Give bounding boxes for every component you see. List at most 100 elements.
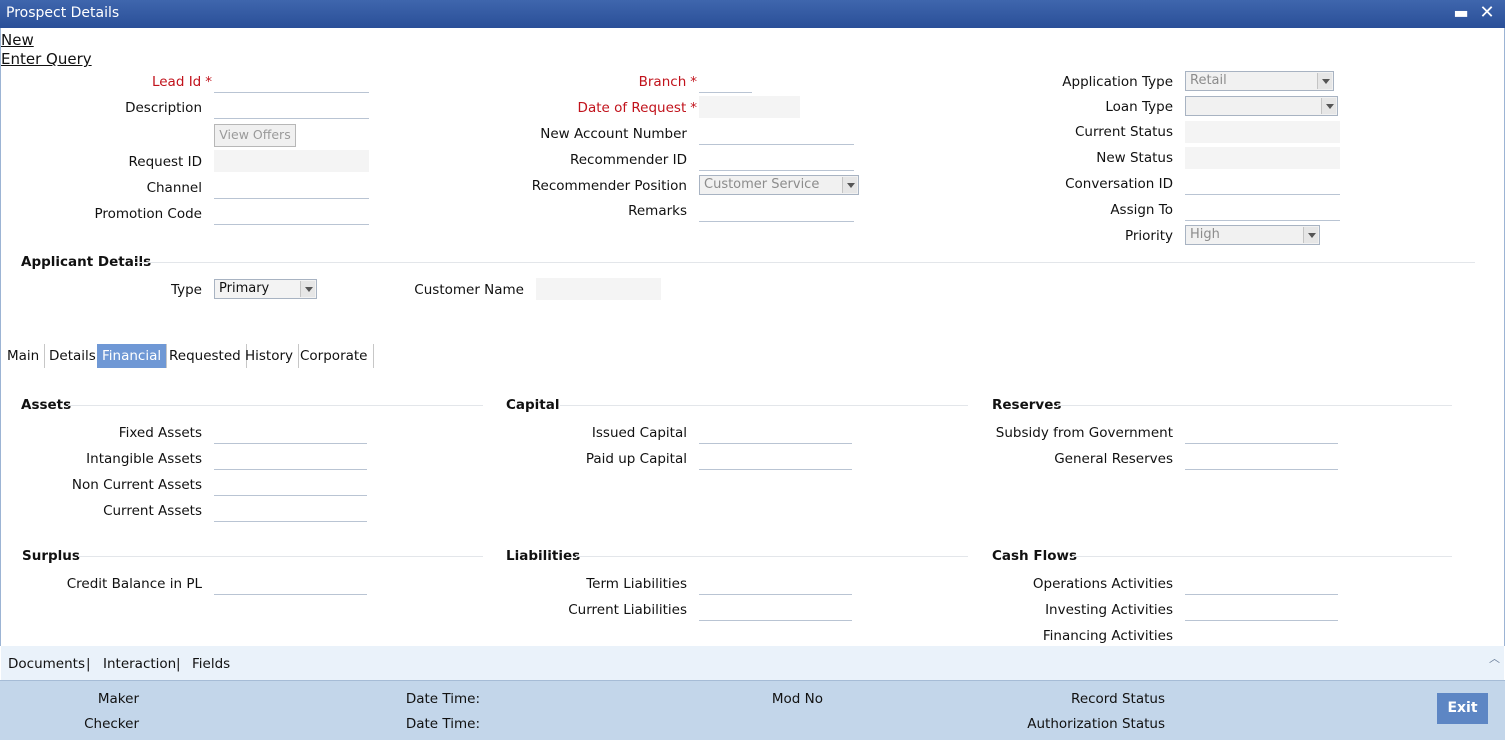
cash-flows-divider [1072, 556, 1452, 557]
assign-to-input[interactable] [1185, 199, 1340, 221]
channel-label: Channel [146, 180, 202, 196]
priority-select[interactable]: High [1185, 225, 1320, 245]
operations-activities-label: Operations Activities [1032, 576, 1173, 592]
current-assets-input[interactable] [214, 500, 367, 522]
view-offers-button[interactable]: View Offers [214, 124, 296, 147]
recommender-id-input[interactable] [699, 149, 854, 171]
capital-title: Capital [506, 397, 560, 413]
branch-label: Branch * [638, 74, 697, 90]
tab-details[interactable]: Details [44, 344, 102, 368]
chevron-down-icon [1317, 73, 1332, 89]
paid-up-capital-label: Paid up Capital [585, 451, 687, 467]
current-status-input[interactable] [1185, 121, 1340, 143]
credit-balance-label: Credit Balance in PL [66, 576, 202, 592]
subsidy-input[interactable] [1185, 422, 1338, 444]
description-label: Description [125, 100, 202, 116]
new-account-number-label: New Account Number [540, 126, 687, 142]
intangible-assets-input[interactable] [214, 448, 367, 470]
application-type-select[interactable]: Retail [1185, 71, 1334, 91]
investing-activities-input[interactable] [1185, 599, 1338, 621]
new-status-input[interactable] [1185, 147, 1340, 169]
interaction-link[interactable]: Interaction [103, 656, 176, 672]
window-titlebar [0, 0, 1505, 28]
non-current-assets-input[interactable] [214, 474, 367, 496]
tab-corporate[interactable]: Corporate [295, 344, 374, 368]
applicant-type-value: Primary [219, 281, 270, 296]
applicant-details-title: Applicant Details [21, 254, 152, 270]
exit-button[interactable]: Exit [1437, 693, 1488, 724]
loan-type-select[interactable] [1185, 96, 1338, 116]
cash-flows-title: Cash Flows [992, 548, 1077, 564]
application-type-label: Application Type [1062, 74, 1173, 90]
non-current-assets-label: Non Current Assets [71, 477, 202, 493]
date-of-request-input[interactable] [699, 96, 800, 118]
channel-input[interactable] [214, 177, 369, 199]
new-link[interactable]: New [1, 31, 34, 49]
tab-requested[interactable]: Requested [164, 344, 247, 368]
issued-capital-input[interactable] [699, 422, 852, 444]
customer-name-input[interactable] [536, 278, 661, 300]
recommender-position-label: Recommender Position [531, 178, 687, 194]
conversation-id-input[interactable] [1185, 173, 1340, 195]
remarks-input[interactable] [699, 200, 854, 222]
liabilities-divider [576, 556, 968, 557]
remarks-label: Remarks [628, 203, 687, 219]
minimize-icon[interactable]: ▬ [1452, 4, 1470, 22]
priority-value: High [1190, 227, 1220, 242]
chevron-down-icon [842, 177, 857, 193]
description-input[interactable] [214, 97, 369, 119]
new-status-label: New Status [1096, 150, 1173, 166]
fixed-assets-label: Fixed Assets [118, 425, 202, 441]
enter-query-link[interactable]: Enter Query [1, 50, 92, 68]
issued-capital-label: Issued Capital [591, 425, 687, 441]
financing-activities-label: Financing Activities [1042, 628, 1173, 644]
close-icon[interactable]: ✕ [1478, 4, 1496, 22]
subsidy-label: Subsidy from Government [995, 425, 1173, 441]
link-separator: | [86, 656, 91, 672]
surplus-title: Surplus [22, 548, 80, 564]
operations-activities-input[interactable] [1185, 573, 1338, 595]
conversation-id-label: Conversation ID [1065, 176, 1173, 192]
investing-activities-label: Investing Activities [1045, 602, 1173, 618]
maker-date-time-label: Date Time: [405, 691, 480, 707]
credit-balance-input[interactable] [214, 573, 367, 595]
request-id-input[interactable] [214, 150, 369, 172]
intangible-assets-label: Intangible Assets [86, 451, 202, 467]
fields-link[interactable]: Fields [192, 656, 230, 672]
paid-up-capital-input[interactable] [699, 448, 852, 470]
window-title: Prospect Details [6, 5, 120, 21]
assign-to-label: Assign To [1110, 202, 1173, 218]
applicant-type-select[interactable]: Primary [214, 279, 317, 299]
record-status-label: Record Status [1071, 691, 1165, 707]
fixed-assets-input[interactable] [214, 422, 367, 444]
chevron-down-icon [1303, 227, 1318, 243]
tab-financial[interactable]: Financial [97, 344, 168, 368]
customer-name-label: Customer Name [414, 282, 524, 298]
tab-history[interactable]: History [240, 344, 300, 368]
lead-id-input[interactable] [214, 71, 369, 93]
current-liabilities-input[interactable] [699, 599, 852, 621]
assets-divider [68, 405, 483, 406]
promotion-code-input[interactable] [214, 203, 369, 225]
branch-input[interactable] [699, 71, 752, 93]
general-reserves-input[interactable] [1185, 448, 1338, 470]
lead-id-label: Lead Id * [151, 74, 212, 90]
assets-title: Assets [21, 397, 72, 413]
term-liabilities-input[interactable] [699, 573, 852, 595]
capital-divider [560, 405, 968, 406]
tab-main[interactable]: Main [2, 344, 46, 368]
chevron-down-icon [300, 281, 315, 297]
new-account-number-input[interactable] [699, 123, 854, 145]
current-liabilities-label: Current Liabilities [568, 602, 687, 618]
request-id-label: Request ID [128, 154, 202, 170]
documents-link[interactable]: Documents [8, 656, 85, 672]
general-reserves-label: General Reserves [1054, 451, 1173, 467]
recommender-position-select[interactable]: Customer Service [699, 175, 859, 195]
checker-label: Checker [84, 716, 139, 732]
loan-type-label: Loan Type [1105, 99, 1173, 115]
liabilities-title: Liabilities [506, 548, 581, 564]
current-status-label: Current Status [1074, 124, 1173, 140]
audit-footer [0, 680, 1505, 740]
surplus-divider [78, 556, 483, 557]
scroll-up-icon[interactable]: ︿ [1489, 650, 1500, 666]
